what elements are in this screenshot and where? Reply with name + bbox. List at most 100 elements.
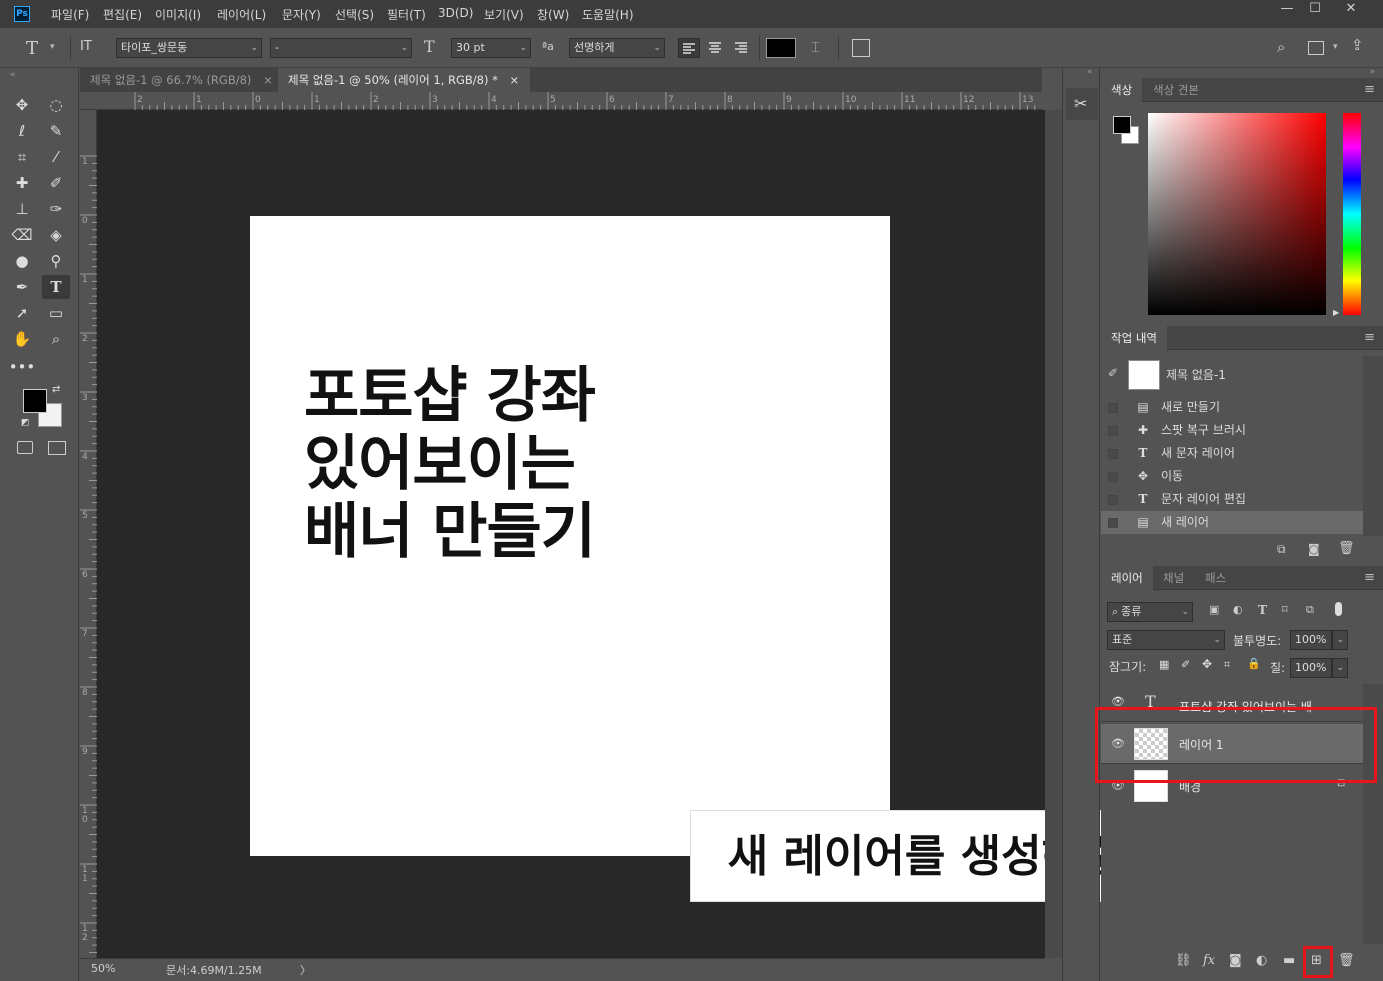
path-select-tool-icon[interactable]: ➚ — [8, 301, 36, 325]
lock-transparency-icon[interactable]: ▦ — [1159, 658, 1169, 671]
history-checkbox[interactable] — [1108, 449, 1118, 459]
foreground-color-swatch[interactable] — [1113, 116, 1131, 134]
character-panel-icon[interactable] — [852, 39, 870, 57]
hue-slider-handle-icon[interactable]: ▶ — [1333, 308, 1339, 317]
panel-menu-icon[interactable]: ≡ — [1364, 330, 1375, 345]
hue-slider[interactable] — [1343, 113, 1361, 315]
panel-menu-icon[interactable]: ≡ — [1364, 570, 1375, 585]
new-group-icon[interactable]: ▬ — [1283, 953, 1295, 968]
tab-paths[interactable]: 패스 — [1195, 566, 1236, 590]
rectangle-tool-icon[interactable]: ▭ — [42, 301, 70, 325]
share-icon[interactable]: ⇪ — [1351, 36, 1364, 54]
trash-icon[interactable]: 🗑 — [1338, 953, 1355, 968]
menu-filter[interactable]: 필터(T) — [387, 6, 426, 23]
tab-document-2[interactable]: 제목 없음-1 @ 50% (레이어 1, RGB/8) * × — [278, 68, 530, 92]
menu-view[interactable]: 보기(V) — [484, 6, 524, 23]
filter-toggle[interactable] — [1335, 602, 1342, 616]
font-size-select[interactable]: 30 pt ⌄ — [451, 38, 531, 58]
link-layers-icon[interactable]: ⛓ — [1175, 953, 1192, 968]
new-document-from-state-icon[interactable]: ⧉ — [1277, 542, 1286, 557]
history-item-selected[interactable]: ▤ 새 레이어 — [1101, 511, 1363, 534]
filter-shape-icon[interactable]: ⌑ — [1282, 603, 1288, 616]
history-checkbox[interactable] — [1108, 403, 1118, 413]
trash-icon[interactable]: 🗑 — [1338, 541, 1355, 556]
fill-input[interactable]: 100% — [1290, 658, 1332, 678]
document-canvas[interactable]: 포토샵 강좌 있어보이는 배너 만들기 — [250, 216, 890, 856]
marquee-tool-icon[interactable]: ◌ — [42, 93, 70, 117]
type-tool-icon[interactable]: T — [26, 38, 38, 59]
lock-move-icon[interactable]: ✥ — [1202, 657, 1212, 671]
menu-select[interactable]: 선택(S) — [335, 6, 374, 23]
menu-edit[interactable]: 편집(E) — [103, 6, 142, 23]
swap-colors-icon[interactable]: ⇄ — [52, 384, 60, 395]
history-checkbox[interactable] — [1108, 495, 1118, 505]
visibility-eye-icon[interactable]: 👁 — [1111, 695, 1125, 708]
history-item[interactable]: ✚ 스팟 복구 브러시 — [1101, 419, 1363, 442]
paint-bucket-tool-icon[interactable]: ◈ — [42, 223, 70, 247]
minimize-button[interactable]: — — [1273, 0, 1301, 20]
menu-3d[interactable]: 3D(D) — [438, 6, 473, 20]
tab-history[interactable]: 작업 내역 — [1101, 326, 1167, 350]
quick-select-tool-icon[interactable]: ✎ — [42, 119, 70, 143]
history-brush-tool-icon[interactable]: ✑ — [42, 197, 70, 221]
clone-stamp-tool-icon[interactable]: ⊥ — [8, 197, 36, 221]
filter-smart-object-icon[interactable]: ⧉ — [1306, 603, 1314, 617]
tab-color[interactable]: 색상 — [1101, 78, 1143, 102]
pen-tool-icon[interactable]: ✒ — [8, 275, 36, 299]
dodge-tool-icon[interactable]: ⚲ — [42, 249, 70, 273]
align-left-button[interactable] — [678, 38, 700, 58]
crop-tool-icon[interactable]: ⌗ — [8, 145, 36, 169]
tab-layers[interactable]: 레이어 — [1101, 566, 1153, 590]
history-item[interactable]: T 문자 레이어 편집 — [1101, 488, 1363, 511]
lasso-tool-icon[interactable]: ℓ — [8, 119, 36, 143]
expand-icon[interactable]: » — [1369, 67, 1375, 77]
menu-image[interactable]: 이미지(I) — [155, 6, 201, 23]
brush-tool-icon[interactable]: ✐ — [42, 171, 70, 195]
font-style-select[interactable]: - ⌄ — [270, 38, 412, 58]
blend-mode-select[interactable]: 표준 ⌄ — [1107, 630, 1225, 650]
vertical-scrollbar[interactable] — [1045, 110, 1062, 958]
text-orientation-icon[interactable]: IT — [80, 39, 92, 54]
text-color-swatch[interactable] — [766, 38, 796, 58]
history-checkbox[interactable] — [1108, 426, 1118, 436]
filter-type-icon[interactable]: T — [1258, 603, 1267, 617]
history-checkbox[interactable] — [1108, 472, 1118, 482]
eyedropper-tool-icon[interactable]: ⁄ — [42, 145, 70, 169]
quick-mask-icon[interactable] — [17, 441, 33, 454]
collapse-icon[interactable]: « — [1087, 67, 1093, 77]
menu-type[interactable]: 문자(Y) — [282, 6, 321, 23]
type-tool-icon[interactable]: T — [42, 275, 70, 299]
menu-file[interactable]: 파일(F) — [51, 6, 89, 23]
lock-artboard-icon[interactable]: ⌗ — [1224, 658, 1230, 672]
panel-menu-icon[interactable]: ≡ — [1364, 82, 1375, 97]
foreground-color-swatch[interactable] — [23, 389, 47, 413]
collapse-icon[interactable]: « — [10, 70, 16, 80]
align-center-button[interactable] — [705, 38, 727, 58]
blur-tool-icon[interactable]: ● — [8, 249, 36, 273]
close-button[interactable]: ✕ — [1337, 0, 1365, 20]
fx-icon[interactable]: fx — [1203, 953, 1215, 968]
default-colors-icon[interactable]: ◩ — [21, 418, 30, 428]
tab-document-1[interactable]: 제목 없음-1 @ 66.7% (RGB/8) × — [80, 68, 283, 92]
color-picker-field[interactable] — [1148, 113, 1326, 315]
chevron-down-icon[interactable]: ▾ — [1333, 42, 1338, 52]
tab-channels[interactable]: 채널 — [1153, 566, 1194, 590]
layer-filter-select[interactable]: ⌕ 종류 ⌄ — [1107, 602, 1193, 622]
add-mask-icon[interactable]: ◙ — [1229, 953, 1242, 968]
close-tab-icon[interactable]: × — [510, 73, 520, 87]
hand-tool-icon[interactable]: ✋ — [8, 327, 36, 351]
filter-adjustment-icon[interactable]: ◐ — [1233, 603, 1243, 616]
camera-icon[interactable]: ◙ — [1308, 542, 1320, 556]
history-item[interactable]: ▤ 새로 만들기 — [1101, 396, 1363, 419]
close-tab-icon[interactable]: × — [263, 73, 273, 87]
workspace-icon[interactable] — [1308, 41, 1324, 55]
history-snapshot[interactable]: ✐ 제목 없음-1 — [1101, 354, 1363, 394]
move-tool-icon[interactable]: ✥ — [8, 93, 36, 117]
opacity-dropdown[interactable]: ⌄ — [1332, 630, 1348, 650]
tool-preset-caret-icon[interactable]: ▾ — [50, 42, 55, 52]
eraser-tool-icon[interactable]: ⌫ — [8, 223, 36, 247]
status-menu-arrow-icon[interactable]: 〉 — [300, 962, 311, 978]
history-scrollbar[interactable] — [1363, 356, 1383, 536]
history-item[interactable]: ✥ 이동 — [1101, 465, 1363, 488]
adjustment-layer-icon[interactable]: ◐ — [1256, 953, 1267, 968]
